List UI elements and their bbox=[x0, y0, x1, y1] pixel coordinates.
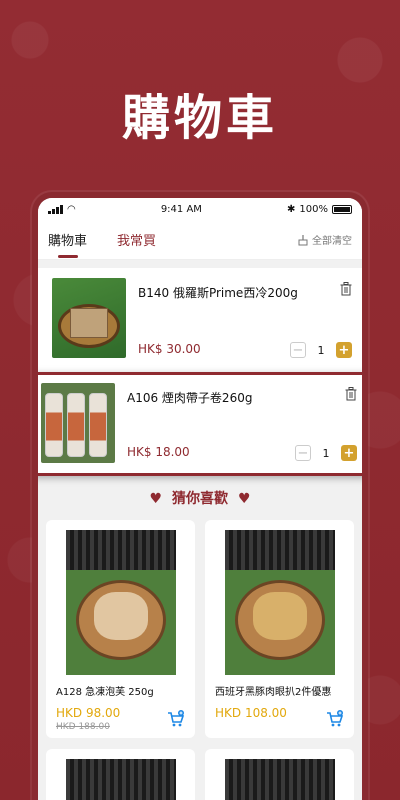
product-image bbox=[224, 759, 335, 800]
decrease-button[interactable]: − bbox=[290, 342, 306, 358]
hero-title: 購物車 bbox=[121, 90, 278, 146]
product-image bbox=[65, 759, 176, 800]
battery-icon bbox=[331, 204, 352, 214]
product-image bbox=[65, 530, 176, 675]
product-card[interactable] bbox=[205, 749, 354, 800]
phone-frame: ◠ 9:41 AM ✱ 100% 購物車 我常買 全部清空 B140 俄羅斯Pr… bbox=[32, 192, 368, 800]
cart-item-highlighted: A106 煙肉帶子卷260g HK$ 18.00 − 1 + bbox=[38, 372, 362, 476]
signal-icon bbox=[48, 204, 63, 214]
trash-icon[interactable] bbox=[345, 387, 357, 401]
signal-group: ◠ bbox=[48, 204, 76, 215]
add-to-cart-icon[interactable] bbox=[326, 710, 344, 728]
app-screen: ◠ 9:41 AM ✱ 100% 購物車 我常買 全部清空 B140 俄羅斯Pr… bbox=[38, 198, 362, 800]
cart-item-price: HK$ 18.00 bbox=[127, 445, 190, 459]
product-image bbox=[224, 530, 335, 675]
wifi-icon: ◠ bbox=[67, 203, 76, 215]
product-original-price: HKD 188.00 bbox=[56, 722, 110, 732]
bluetooth-icon: ✱ bbox=[287, 203, 296, 215]
product-card[interactable]: A128 急凍泡芙 250g HKD 98.00 HKD 188.00 bbox=[46, 520, 195, 738]
recommend-title: 猜你喜歡 bbox=[172, 491, 228, 507]
product-name: A128 急凍泡芙 250g bbox=[56, 687, 154, 698]
product-card[interactable] bbox=[46, 749, 195, 800]
product-image bbox=[52, 278, 126, 358]
broom-icon bbox=[298, 234, 308, 245]
heart-icon: ♥ bbox=[238, 491, 251, 507]
increase-button[interactable]: + bbox=[341, 445, 357, 461]
cart-item-name: A106 煙肉帶子卷260g bbox=[127, 391, 253, 405]
quantity-stepper: − 1 + bbox=[290, 342, 352, 358]
heart-icon: ♥ bbox=[149, 491, 162, 507]
battery-percent: 100% bbox=[299, 203, 328, 215]
status-time: 9:41 AM bbox=[160, 203, 202, 215]
cart-item-info: B140 俄羅斯Prime西冷200g HK$ 30.00 − 1 + bbox=[138, 278, 352, 362]
tab-frequent[interactable]: 我常買 bbox=[117, 230, 156, 249]
clear-all-button[interactable]: 全部清空 bbox=[297, 232, 352, 247]
product-name: 西班牙黑豚肉眼扒2件優惠 bbox=[215, 687, 332, 698]
trash-icon[interactable] bbox=[340, 282, 352, 296]
status-bar: ◠ 9:41 AM ✱ 100% bbox=[38, 198, 362, 220]
recommend-header: ♥ 猜你喜歡 ♥ bbox=[38, 488, 362, 508]
recommend-grid: A128 急凍泡芙 250g HKD 98.00 HKD 188.00 西班牙黑… bbox=[46, 520, 354, 738]
quantity-value: 1 bbox=[322, 446, 330, 460]
product-price: HKD 108.00 bbox=[215, 706, 287, 720]
product-image bbox=[41, 383, 115, 463]
tab-bar: 購物車 我常買 全部清空 bbox=[38, 220, 362, 260]
increase-button[interactable]: + bbox=[336, 342, 352, 358]
cart-item-name: B140 俄羅斯Prime西冷200g bbox=[138, 286, 298, 300]
clear-all-label: 全部清空 bbox=[312, 236, 352, 247]
product-price: HKD 98.00 bbox=[56, 706, 121, 720]
decrease-button[interactable]: − bbox=[295, 445, 311, 461]
cart-item-price: HK$ 30.00 bbox=[138, 342, 201, 356]
quantity-value: 1 bbox=[317, 343, 325, 357]
cart-item-info: A106 煙肉帶子卷260g HK$ 18.00 − 1 + bbox=[127, 383, 357, 465]
quantity-stepper: − 1 + bbox=[295, 445, 357, 461]
tab-cart[interactable]: 購物車 bbox=[48, 230, 87, 258]
add-to-cart-icon[interactable] bbox=[167, 710, 185, 728]
product-card[interactable]: 西班牙黑豚肉眼扒2件優惠 HKD 108.00 bbox=[205, 520, 354, 738]
recommend-grid-next-row bbox=[46, 749, 354, 800]
cart-item: B140 俄羅斯Prime西冷200g HK$ 30.00 − 1 + bbox=[38, 268, 362, 372]
battery-group: ✱ 100% bbox=[287, 204, 352, 215]
